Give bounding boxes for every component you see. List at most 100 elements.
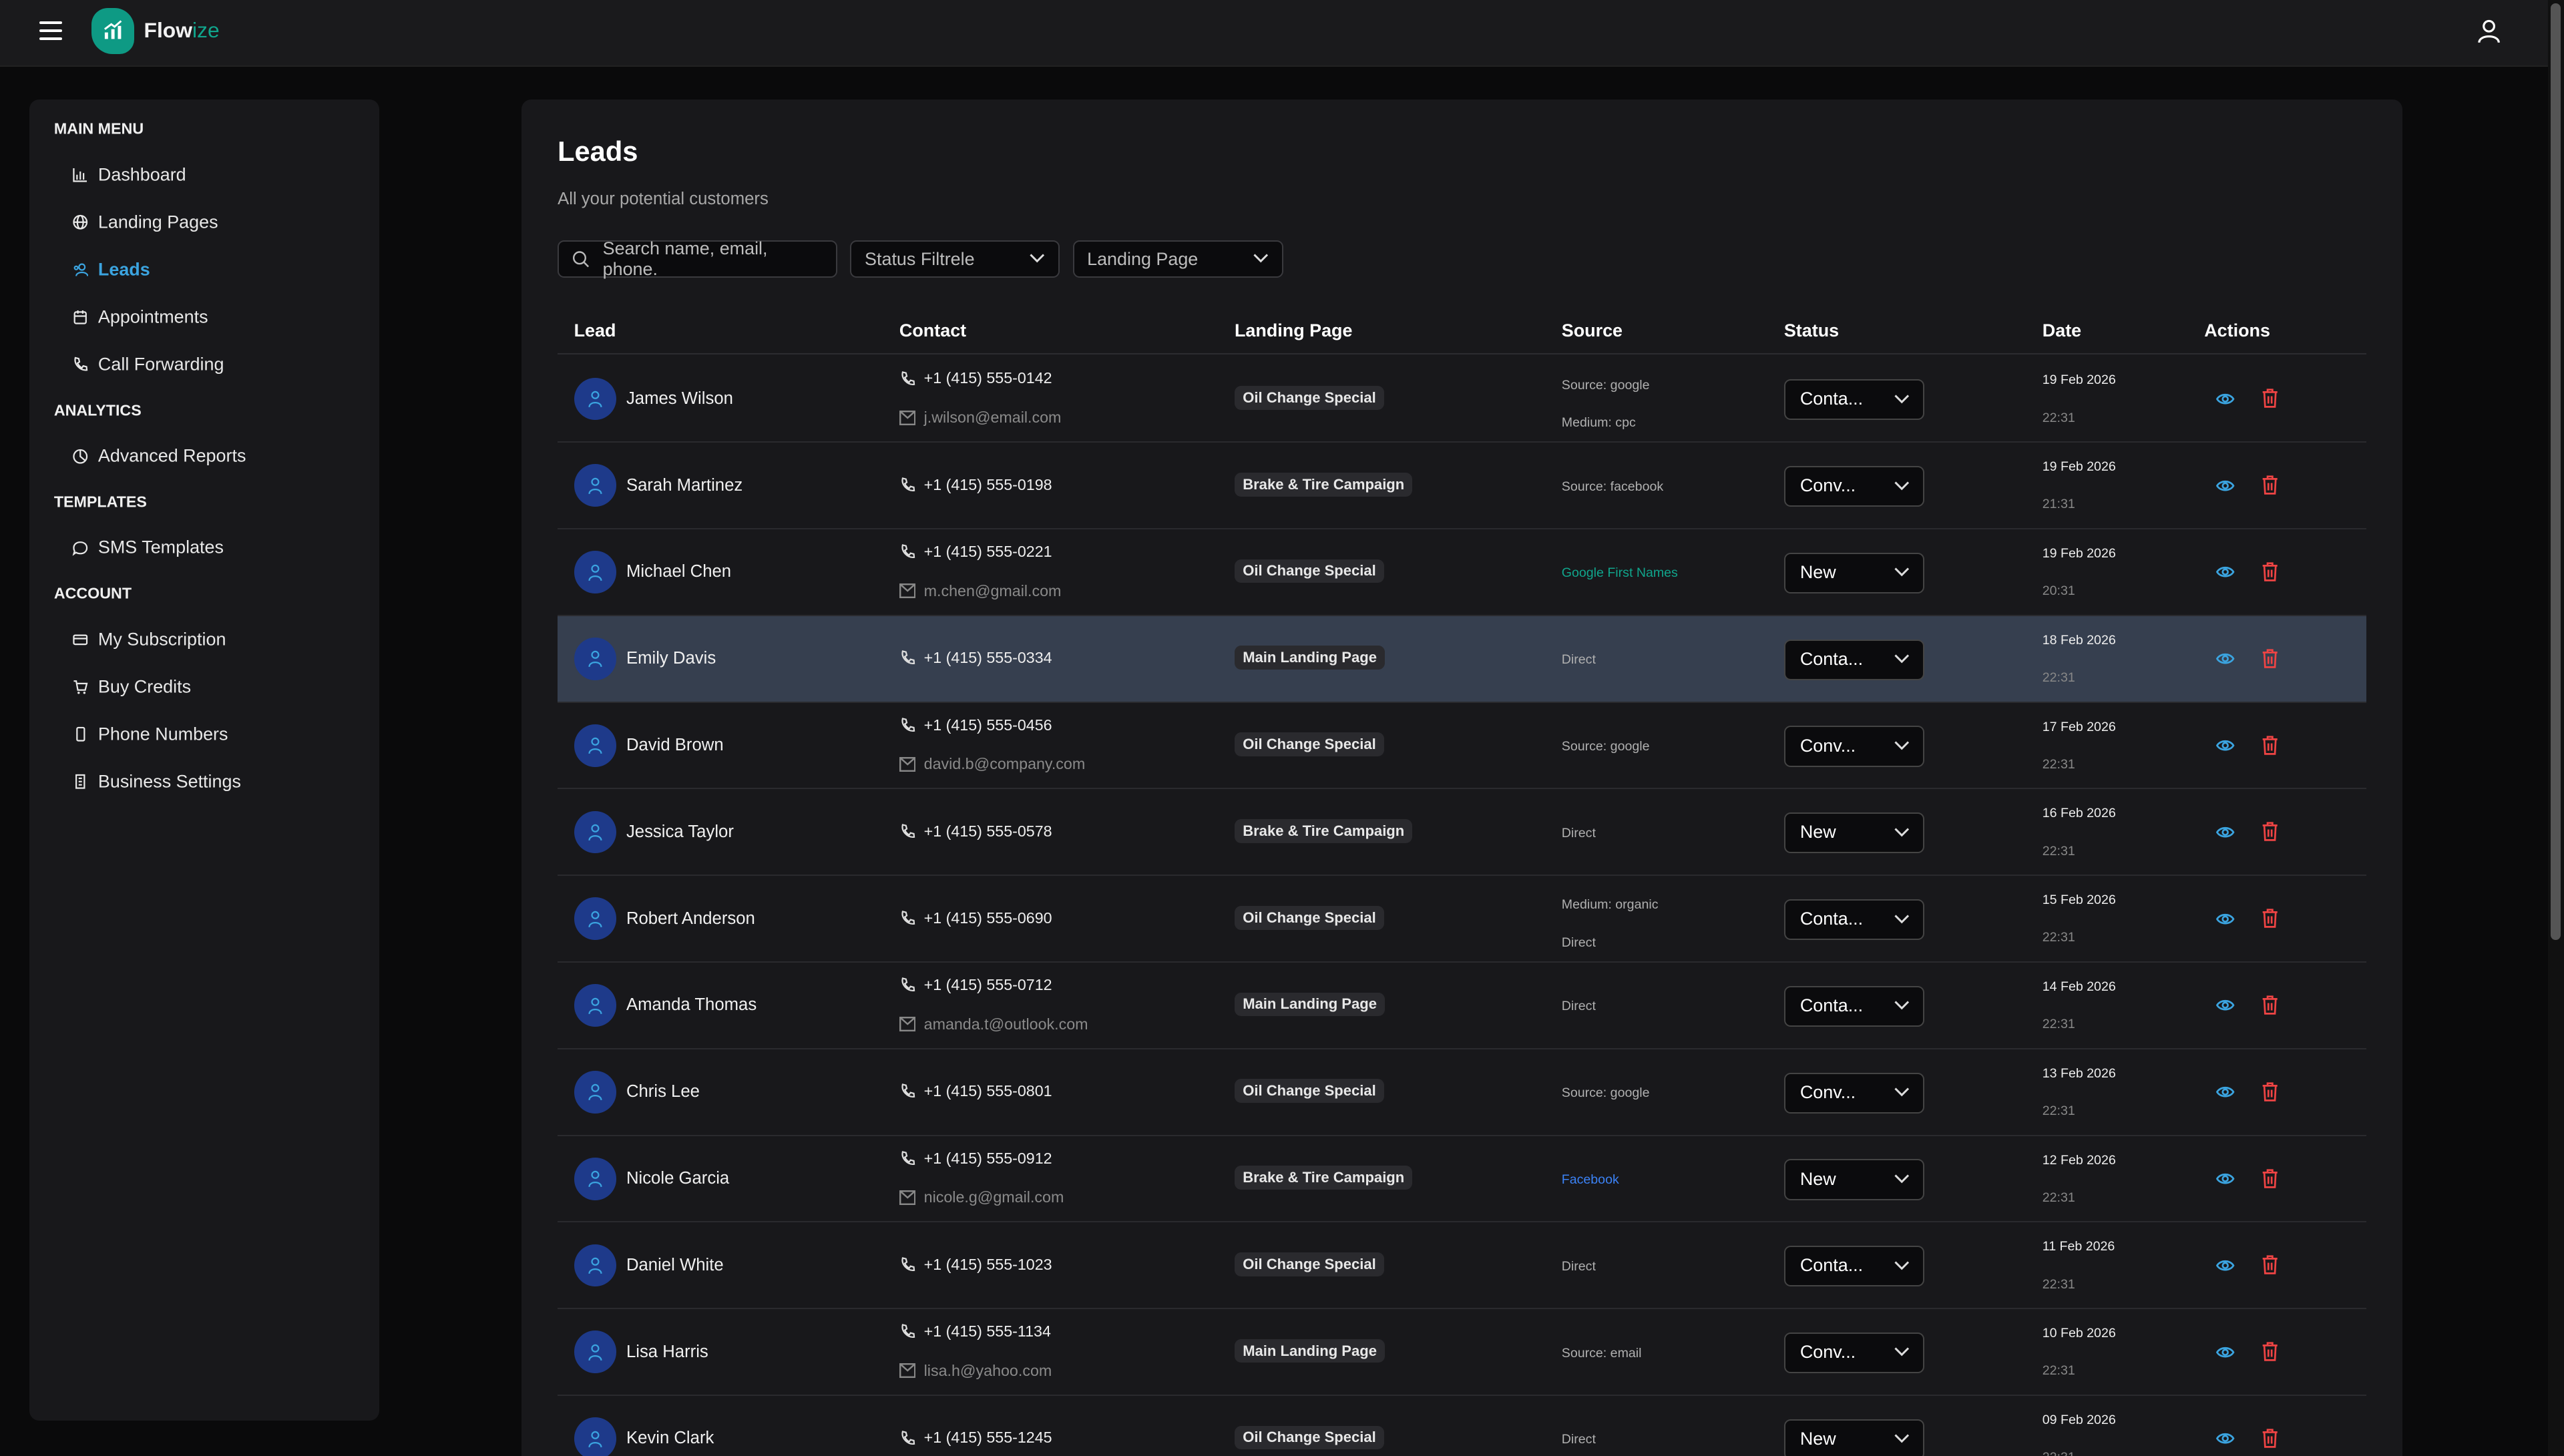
- lead-source[interactable]: Google First Names: [1562, 565, 1678, 581]
- sidebar-item-call-forwarding[interactable]: Call Forwarding: [72, 354, 224, 375]
- lead-phone[interactable]: +1 (415) 555-0221: [899, 543, 1052, 561]
- trash-icon[interactable]: [2260, 1427, 2280, 1449]
- lead-email[interactable]: lisa.h@yahoo.com: [899, 1362, 1052, 1380]
- lead-phone[interactable]: +1 (415) 555-0912: [899, 1150, 1052, 1168]
- sidebar-item-sms-templates[interactable]: SMS Templates: [72, 537, 224, 558]
- trash-icon[interactable]: [2260, 1168, 2280, 1189]
- status-select[interactable]: Conv...: [1783, 465, 1925, 507]
- sidebar-item-appointments[interactable]: Appointments: [72, 307, 208, 328]
- table-row[interactable]: Emily Davis +1 (415) 555-0334 Main Landing…: [558, 616, 2366, 703]
- lead-phone[interactable]: +1 (415) 555-0801: [899, 1082, 1052, 1100]
- table-row[interactable]: Chris Lee +1 (415) 555-0801 Oil Change Spe…: [558, 1049, 2366, 1136]
- status-select[interactable]: New: [1783, 552, 1925, 593]
- sidebar-item-advanced-reports[interactable]: Advanced Reports: [72, 446, 246, 467]
- table-row[interactable]: Robert Anderson +1 (415) 555-0690 Oil Chan…: [558, 877, 2366, 963]
- trash-icon[interactable]: [2260, 734, 2280, 756]
- sidebar-item-business-settings[interactable]: Business Settings: [72, 771, 241, 792]
- lead-email[interactable]: amanda.t@outlook.com: [899, 1015, 1088, 1033]
- lead-phone[interactable]: +1 (415) 555-0142: [899, 369, 1052, 387]
- logo-icon[interactable]: [91, 8, 134, 54]
- scrollbar[interactable]: [2547, 0, 2564, 1456]
- status-select[interactable]: New: [1783, 1419, 1925, 1456]
- trash-icon[interactable]: [2260, 907, 2280, 929]
- table-row[interactable]: Amanda Thomas +1 (415) 555-0712 amanda.t@o…: [558, 963, 2366, 1049]
- trash-icon[interactable]: [2260, 387, 2280, 409]
- trash-icon[interactable]: [2260, 820, 2280, 842]
- lead-email[interactable]: nicole.g@gmail.com: [899, 1188, 1064, 1206]
- phone-icon: [901, 650, 915, 665]
- lead-phone[interactable]: +1 (415) 555-0578: [899, 822, 1052, 840]
- trash-icon[interactable]: [2260, 474, 2280, 495]
- lead-email[interactable]: m.chen@gmail.com: [899, 581, 1062, 600]
- lead-phone[interactable]: +1 (415) 555-0712: [899, 976, 1052, 994]
- trash-icon[interactable]: [2260, 1081, 2280, 1102]
- lead-phone[interactable]: +1 (415) 555-0334: [899, 649, 1052, 667]
- landing-page-filter-select[interactable]: Landing Page: [1072, 240, 1284, 278]
- status-select[interactable]: New: [1783, 1159, 1925, 1200]
- phone-text: +1 (415) 555-0142: [923, 369, 1052, 387]
- sidebar-item-buy-credits[interactable]: Buy Credits: [72, 676, 191, 697]
- lead-name: Nicole Garcia: [626, 1169, 730, 1188]
- lead-source[interactable]: Facebook: [1562, 1172, 1619, 1188]
- trash-icon[interactable]: [2260, 561, 2280, 582]
- status-select[interactable]: Conv...: [1783, 726, 1925, 767]
- sidebar-item-dashboard[interactable]: Dashboard: [72, 165, 186, 186]
- menu-icon[interactable]: [39, 21, 63, 41]
- eye-icon[interactable]: [2215, 1343, 2235, 1362]
- user-icon[interactable]: [2476, 18, 2502, 44]
- table-row[interactable]: David Brown +1 (415) 555-0456 david.b@comp…: [558, 703, 2366, 790]
- table-row[interactable]: Sarah Martinez +1 (415) 555-0198 Brake & T…: [558, 443, 2366, 529]
- credit-card-icon: [73, 634, 87, 645]
- table-row[interactable]: Lisa Harris +1 (415) 555-1134 lisa.h@yahoo…: [558, 1310, 2366, 1396]
- lead-phone[interactable]: +1 (415) 555-0690: [899, 909, 1052, 927]
- status-select[interactable]: Conta...: [1783, 899, 1925, 941]
- email-text: m.chen@gmail.com: [923, 581, 1062, 599]
- eye-icon[interactable]: [2215, 476, 2235, 495]
- eye-icon[interactable]: [2215, 389, 2235, 409]
- avatar: [574, 810, 617, 854]
- lead-phone[interactable]: +1 (415) 555-0198: [899, 476, 1052, 494]
- eye-icon[interactable]: [2215, 1169, 2235, 1188]
- lead-phone[interactable]: +1 (415) 555-0456: [899, 716, 1052, 734]
- status-filter-select[interactable]: Status Filtrele: [850, 240, 1060, 278]
- status-select[interactable]: Conta...: [1783, 639, 1925, 680]
- lead-email[interactable]: j.wilson@email.com: [899, 409, 1061, 427]
- eye-icon[interactable]: [2215, 995, 2235, 1015]
- trash-icon[interactable]: [2260, 648, 2280, 669]
- lead-phone[interactable]: +1 (415) 555-1023: [899, 1256, 1052, 1274]
- sidebar-item-my-subscription[interactable]: My Subscription: [72, 629, 226, 650]
- trash-icon[interactable]: [2260, 994, 2280, 1015]
- trash-icon[interactable]: [2260, 1254, 2280, 1275]
- phone-icon: [901, 977, 915, 992]
- eye-icon[interactable]: [2215, 822, 2235, 842]
- table-row[interactable]: Jessica Taylor +1 (415) 555-0578 Brake & T…: [558, 790, 2366, 877]
- eye-icon[interactable]: [2215, 649, 2235, 668]
- table-row[interactable]: Daniel White +1 (415) 555-1023 Oil Change …: [558, 1223, 2366, 1310]
- table-row[interactable]: Nicole Garcia +1 (415) 555-0912 nicole.g@g…: [558, 1136, 2366, 1223]
- eye-icon[interactable]: [2215, 1256, 2235, 1275]
- eye-icon[interactable]: [2215, 562, 2235, 581]
- sidebar-item-leads[interactable]: Leads: [72, 260, 150, 280]
- status-select[interactable]: Conv...: [1783, 1332, 1925, 1374]
- status-select[interactable]: New: [1783, 812, 1925, 854]
- eye-icon[interactable]: [2215, 1082, 2235, 1102]
- lead-email[interactable]: david.b@company.com: [899, 755, 1085, 773]
- lead-phone[interactable]: +1 (415) 555-1134: [899, 1322, 1051, 1341]
- trash-icon[interactable]: [2260, 1341, 2280, 1362]
- phone-icon: [901, 824, 915, 838]
- eye-icon[interactable]: [2215, 1429, 2235, 1448]
- table-row[interactable]: Michael Chen +1 (415) 555-0221 m.chen@gmai…: [558, 529, 2366, 616]
- scrollbar-thumb[interactable]: [2551, 3, 2561, 941]
- sidebar-item-phone-numbers[interactable]: Phone Numbers: [72, 724, 228, 744]
- eye-icon[interactable]: [2215, 736, 2235, 755]
- table-row[interactable]: James Wilson +1 (415) 555-0142 j.wilson@em…: [558, 356, 2366, 443]
- lead-phone[interactable]: +1 (415) 555-1245: [899, 1429, 1052, 1447]
- status-select[interactable]: Conta...: [1783, 1246, 1925, 1287]
- eye-icon[interactable]: [2215, 909, 2235, 929]
- status-select[interactable]: Conta...: [1783, 985, 1925, 1027]
- status-select[interactable]: Conv...: [1783, 1072, 1925, 1114]
- status-select[interactable]: Conta...: [1783, 379, 1925, 421]
- sidebar-item-landing-pages[interactable]: Landing Pages: [72, 212, 218, 233]
- table-row[interactable]: Kevin Clark +1 (415) 555-1245 Oil Change S…: [558, 1396, 2366, 1456]
- search-input[interactable]: Search name, email, phone.: [558, 238, 837, 279]
